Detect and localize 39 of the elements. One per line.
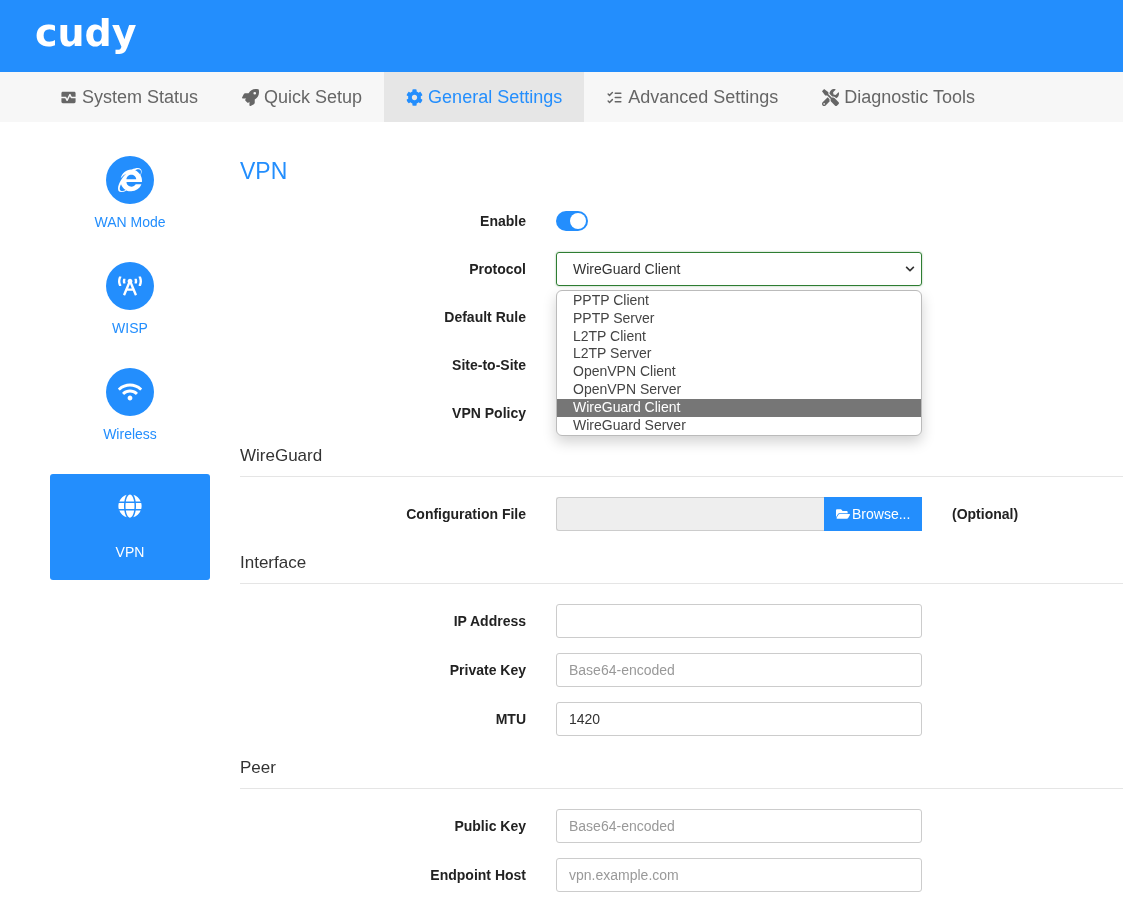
dropdown-option[interactable]: L2TP Server bbox=[557, 345, 921, 364]
sidebar-item[interactable]: WISP bbox=[50, 262, 210, 368]
field-label: IP Address bbox=[452, 613, 526, 629]
section-heading: Peer bbox=[240, 758, 1123, 789]
input-field[interactable]: vpn.example.com bbox=[556, 858, 922, 892]
dropdown-option[interactable]: WireGuard Client bbox=[557, 398, 921, 417]
field-label: Private Key bbox=[448, 662, 526, 678]
dropdown-option[interactable]: PPTP Client bbox=[557, 292, 921, 310]
dropdown-option[interactable]: OpenVPN Server bbox=[557, 381, 921, 399]
field-label: Configuration File bbox=[405, 506, 526, 522]
field-label: MTU bbox=[494, 711, 526, 727]
field-label: Default Rule bbox=[443, 309, 526, 325]
sidebar-item[interactable]: Wireless bbox=[50, 368, 210, 474]
section-heading: WireGuard bbox=[240, 446, 1123, 477]
input-field[interactable]: Base64-encoded bbox=[556, 653, 922, 687]
nav-tab[interactable]: System Status bbox=[38, 72, 221, 122]
dropdown-option[interactable]: L2TP Client bbox=[557, 327, 921, 346]
dropdown-option[interactable]: WireGuard Server bbox=[557, 416, 921, 435]
nav-tab[interactable]: Advanced Settings bbox=[584, 72, 801, 122]
field-label: Endpoint Host bbox=[429, 867, 526, 883]
field-label: Protocol bbox=[468, 261, 526, 277]
nav-tab[interactable]: Diagnostic Tools bbox=[800, 72, 998, 122]
sidebar-item[interactable]: VPN bbox=[50, 474, 210, 580]
browse-button[interactable]: Browse... bbox=[824, 497, 922, 531]
sidebar-item[interactable]: WAN Mode bbox=[50, 156, 210, 262]
field-label: Enable bbox=[479, 213, 526, 229]
field-label: Public Key bbox=[453, 818, 526, 834]
section-heading: Interface bbox=[240, 553, 1123, 584]
field-label: Site-to-Site bbox=[451, 357, 526, 373]
page-title: VPN bbox=[240, 158, 289, 184]
logo: cudy bbox=[35, 14, 137, 52]
input-field[interactable]: Base64-encoded bbox=[556, 809, 922, 843]
dropdown-option[interactable]: OpenVPN Client bbox=[557, 363, 921, 381]
dropdown-option[interactable]: PPTP Server bbox=[557, 309, 921, 328]
protocol-select[interactable]: WireGuard Client bbox=[556, 252, 922, 286]
optional-note: (Optional) bbox=[952, 506, 1019, 522]
input-field[interactable]: 1420 bbox=[556, 702, 922, 736]
nav-tab[interactable]: Quick Setup bbox=[220, 72, 385, 122]
field-label: VPN Policy bbox=[451, 405, 526, 421]
